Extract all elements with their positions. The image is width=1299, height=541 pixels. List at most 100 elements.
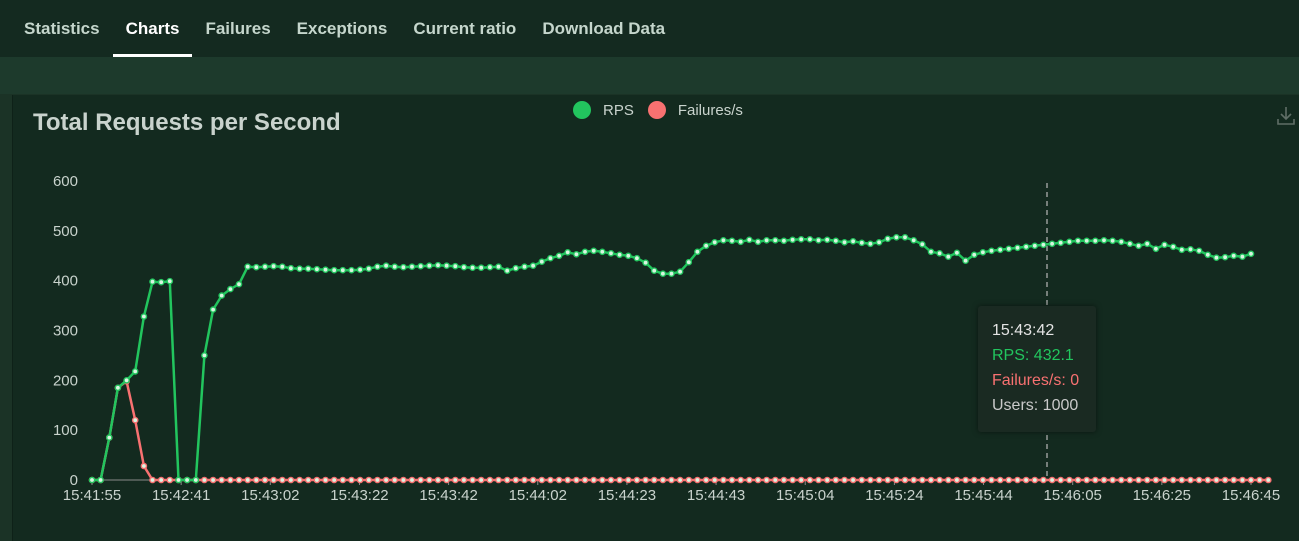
data-point-rps [1230,252,1237,260]
y-tick-label: 300 [53,323,78,340]
data-point-failures [849,476,857,484]
data-point-failures [694,476,701,484]
data-point-rps [521,263,528,270]
data-point-failures [278,476,286,484]
data-point-rps [867,240,874,248]
data-point-failures [1265,476,1272,484]
data-point-rps [296,265,303,272]
data-point-failures [503,476,511,484]
data-point-rps [789,236,796,244]
data-point-failures [521,476,528,484]
data-point-failures [893,476,900,484]
x-tick-label: 15:46:45 [1222,487,1280,504]
data-point-failures [443,476,450,484]
x-tick-label: 15:45:24 [865,487,923,504]
data-point-rps [694,248,701,256]
data-point-rps [832,237,840,245]
data-point-failures [244,476,251,484]
data-point-rps [1100,236,1108,244]
data-point-failures [365,476,373,484]
data-point-rps [979,248,987,256]
data-point-rps [676,268,684,275]
data-point-rps [218,292,225,299]
download-icon[interactable] [1275,105,1297,127]
data-point-failures [858,476,866,484]
data-point-rps [815,236,822,244]
data-point-failures [599,476,606,484]
y-tick-label: 100 [53,422,78,439]
data-point-rps [330,266,338,274]
data-point-rps [192,476,200,484]
x-tick-label: 15:44:02 [509,487,567,504]
data-point-failures [218,476,225,484]
data-point-rps [1014,244,1021,252]
data-point-rps [538,258,546,265]
data-point-failures [711,476,719,484]
data-point-failures [157,476,165,484]
data-point-failures [901,476,909,484]
chart-panel: 0 100 200 300 400 500 600 15:41:55 15:42:41 15:43… [12,95,1299,541]
data-point-rps [1066,238,1073,246]
data-point-rps [486,263,494,271]
x-tick-label: 15:46:25 [1133,487,1191,504]
x-tick-label: 15:44:43 [687,487,745,504]
tab-exceptions[interactable]: Exceptions [284,0,401,57]
data-point-failures [555,476,563,484]
data-point-rps [1143,240,1151,248]
data-point-rps [919,240,926,248]
data-point-rps [970,251,978,259]
data-point-rps [209,306,217,313]
data-point-rps [339,266,347,274]
data-point-failures [702,476,710,484]
chart-tooltip: 15:43:42 RPS: 432.1 Failures/s: 0 Users:… [978,306,1096,432]
data-point-rps [131,368,139,375]
data-point-failures [1195,476,1203,484]
data-point-rps [1152,245,1160,253]
data-point-rps [728,237,736,245]
legend-item-rps[interactable]: RPS [573,101,634,119]
data-point-rps [849,237,857,245]
data-point-failures [149,476,156,484]
data-point-failures [1187,476,1194,484]
data-point-rps [875,238,883,246]
data-point-failures [434,476,442,484]
x-tick-label: 15:42:41 [152,487,210,504]
data-point-rps [434,261,442,269]
data-point-failures [512,476,520,484]
data-point-failures [261,476,269,484]
data-point-rps [573,250,580,258]
data-point-failures [227,476,234,484]
data-point-failures [235,476,243,484]
data-point-rps [1048,240,1056,248]
data-point-rps [823,236,831,244]
data-point-rps [365,265,373,272]
data-point-failures [425,476,433,484]
tab-charts[interactable]: Charts [112,0,193,57]
data-point-failures [1040,476,1047,484]
rps-chart: 010020030040050060015:41:55 15:42:41 15:43… [53,173,1280,504]
tab-download-data[interactable]: Download Data [529,0,678,57]
data-point-failures [296,476,303,484]
data-point-failures [875,476,883,484]
data-point-failures [841,476,848,484]
data-point-failures [1143,476,1151,484]
data-point-rps [642,259,649,266]
data-point-rps [633,254,641,262]
tab-current-ratio[interactable]: Current ratio [400,0,529,57]
chart-legend: RPS Failures/s [573,101,757,119]
data-point-failures [1057,476,1064,484]
data-point-rps [313,265,321,273]
data-point-failures [339,476,347,484]
data-point-rps [425,262,433,269]
data-point-failures [1204,476,1212,484]
data-point-rps [625,252,632,260]
data-point-rps [149,278,156,285]
tab-statistics[interactable]: Statistics [11,0,113,57]
data-point-failures [1074,476,1082,484]
tooltip-users: Users: 1000 [992,397,1079,414]
data-point-rps [400,263,407,271]
data-point-rps [772,236,779,244]
tab-failures[interactable]: Failures [192,0,283,57]
legend-item-failures[interactable]: Failures/s [647,101,743,119]
legend-marker-failures [647,101,666,119]
